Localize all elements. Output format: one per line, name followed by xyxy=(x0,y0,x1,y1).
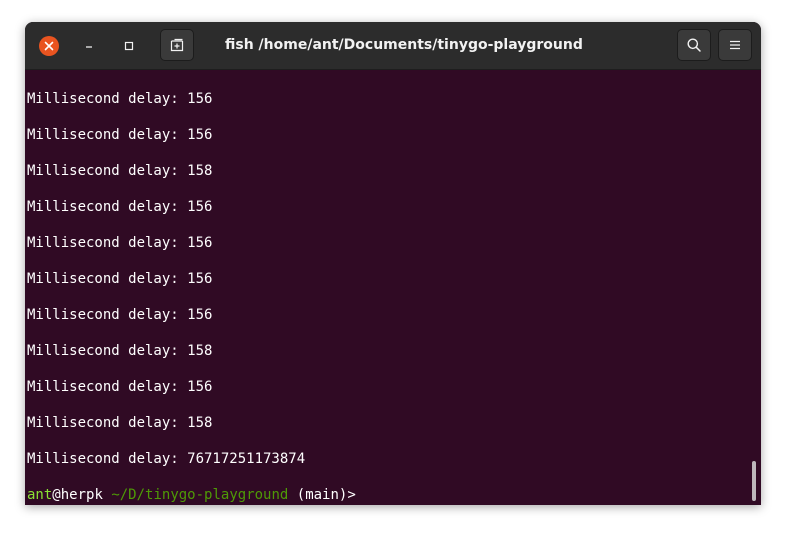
window-title: fish /home/ant/Documents/tinygo-playgrou… xyxy=(225,37,583,53)
prompt-at: @ xyxy=(52,487,61,503)
output-line: Millisecond delay: 76717251173874 xyxy=(27,451,306,467)
prompt-path: ~/D/tinygo-playground xyxy=(111,487,289,503)
output-line: Millisecond delay: 158 xyxy=(27,163,213,179)
output-line: Millisecond delay: 158 xyxy=(27,343,213,359)
prompt-user: ant xyxy=(27,487,53,503)
output-line: Millisecond delay: 156 xyxy=(27,271,213,287)
output-line: Millisecond delay: 156 xyxy=(27,235,213,251)
shell-prompt[interactable]: ant@herpk ~/D/tinygo-playground (main)> xyxy=(27,485,356,505)
scrollbar-thumb[interactable] xyxy=(752,461,756,501)
new-tab-icon xyxy=(170,38,184,52)
hamburger-menu-icon xyxy=(730,40,740,50)
minimize-button[interactable] xyxy=(79,36,99,56)
maximize-icon xyxy=(124,41,134,51)
close-button[interactable] xyxy=(39,36,59,56)
menu-button[interactable] xyxy=(718,29,752,61)
output-line: Millisecond delay: 156 xyxy=(27,199,213,215)
output-line: Millisecond delay: 156 xyxy=(27,379,213,395)
terminal-output[interactable]: Millisecond delay: 156 Millisecond delay:… xyxy=(25,70,761,505)
close-icon xyxy=(44,41,54,51)
output-line: Millisecond delay: 158 xyxy=(27,415,213,431)
maximize-button[interactable] xyxy=(119,36,139,56)
output-line: Millisecond delay: 156 xyxy=(27,91,213,107)
prompt-host: herpk xyxy=(60,487,103,503)
output-line: Millisecond delay: 156 xyxy=(27,127,213,143)
titlebar[interactable]: fish /home/ant/Documents/tinygo-playgrou… xyxy=(25,22,761,70)
new-tab-button[interactable] xyxy=(160,29,194,61)
search-button[interactable] xyxy=(677,29,711,61)
output-line: Millisecond delay: 156 xyxy=(27,307,213,323)
prompt-branch: (main)> xyxy=(288,487,356,503)
minimize-icon xyxy=(86,46,92,48)
search-icon xyxy=(687,38,701,52)
terminal-window: fish /home/ant/Documents/tinygo-playgrou… xyxy=(25,22,761,505)
